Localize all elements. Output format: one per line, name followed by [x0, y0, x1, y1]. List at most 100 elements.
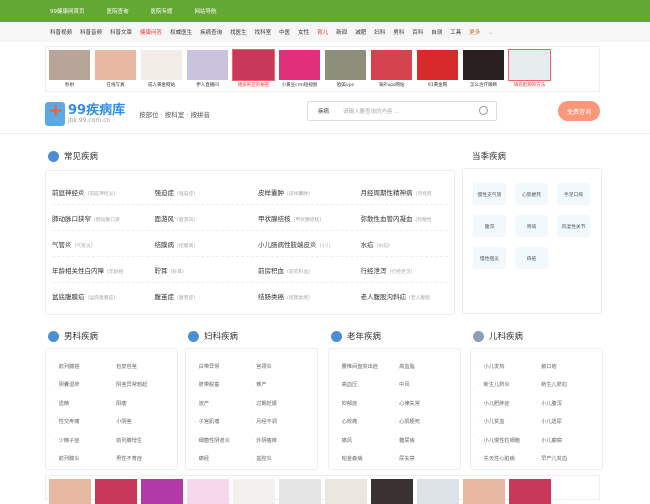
disease-name[interactable]: 前庭神经炎	[52, 189, 85, 197]
ad-label[interactable]: 91黄金网	[428, 82, 447, 88]
disease-link[interactable]: 中风	[395, 376, 453, 395]
seasonal-disease-tag[interactable]: 慢性咽炎	[473, 247, 506, 269]
disease-link[interactable]: 月经不调	[252, 413, 310, 432]
sub-nav-link[interactable]: 疾病查询	[200, 28, 222, 36]
seasonal-disease-tag[interactable]: 风湿性关节	[557, 215, 590, 237]
sub-nav-link[interactable]: 工具	[450, 28, 461, 36]
disease-link[interactable]: 少精子症	[54, 431, 112, 450]
top-nav-link[interactable]: 99健康网首页	[50, 7, 85, 15]
disease-name[interactable]: 腹茧症	[154, 293, 174, 301]
ad-item[interactable]: 伊人直播间	[187, 50, 228, 88]
disease-link[interactable]: 面游风 (面游风)	[154, 213, 257, 223]
disease-name[interactable]: 肺动脉口狭窄	[52, 215, 91, 223]
seasonal-disease-tag[interactable]: 痔疮	[515, 247, 548, 269]
ad-image[interactable]	[508, 49, 551, 81]
ad-image[interactable]	[49, 479, 91, 504]
sub-nav-link[interactable]: 权威医生	[170, 28, 192, 36]
disease-name[interactable]: 结膜病	[154, 241, 174, 249]
ad-label[interactable]: 怎么治疗眼睛	[470, 82, 497, 88]
chevron-down-icon[interactable]: ⌄	[488, 29, 493, 36]
sub-nav-link[interactable]: 更多	[469, 28, 480, 36]
ad-image[interactable]	[233, 479, 275, 504]
disease-name[interactable]: 小儿肠病性肢端皮炎	[258, 241, 317, 249]
disease-link[interactable]: 小儿腹泻	[537, 394, 595, 413]
disease-link[interactable]: 盆腔炎	[252, 450, 310, 469]
disease-link[interactable]: 强迫症 (强迫症)	[154, 187, 257, 197]
disease-link[interactable]: 腰椎间盘突出症	[337, 357, 395, 376]
ad-label[interactable]: 欧美vps	[337, 82, 354, 88]
ad-item[interactable]: 填充脸颊的方法	[508, 49, 551, 88]
ad-item[interactable]: 欧美vps	[325, 50, 366, 88]
disease-name[interactable]: 气管炎	[52, 241, 72, 249]
ad-item[interactable]: 怎么治疗眼睛	[463, 50, 504, 88]
sub-nav-link[interactable]: 科普音频	[80, 28, 102, 36]
disease-link[interactable]: 高血脂	[395, 357, 453, 376]
disease-link[interactable]: 阴茎异常勃起	[112, 376, 170, 395]
disease-link[interactable]: 腹茧症 (腹茧症)	[154, 291, 257, 301]
ad-item[interactable]: 成人黄金网站	[141, 50, 182, 88]
seasonal-disease-tag[interactable]: 腹泻	[473, 215, 506, 237]
disease-link[interactable]: 痛风	[337, 431, 395, 450]
search-type-select[interactable]: 疾病	[318, 107, 329, 115]
disease-link[interactable]: 行经泄泻 (行经泄泻)	[360, 265, 448, 275]
search-box[interactable]: 疾病 请输入要查询的内容 ...	[307, 101, 497, 121]
ad-image[interactable]	[417, 479, 459, 504]
disease-link[interactable]: 聍耳 (聍耳)	[154, 265, 257, 275]
search-icon[interactable]	[479, 106, 488, 115]
seasonal-disease-tag[interactable]: 胃病	[515, 215, 548, 237]
sub-nav-link[interactable]: 妇科	[374, 28, 385, 36]
disease-name[interactable]: 皮样囊肿	[258, 189, 284, 197]
sub-nav-link[interactable]: 男科	[393, 28, 404, 36]
disease-name[interactable]: 结肠类癌	[258, 293, 284, 301]
ad-image[interactable]	[232, 49, 275, 81]
disease-link[interactable]: 糖尿病	[395, 431, 453, 450]
disease-link[interactable]: 早产儿贫血	[537, 450, 595, 469]
disease-name[interactable]: 强迫症	[154, 189, 174, 197]
disease-link[interactable]: 小儿慢性粒细胞	[479, 431, 537, 450]
disease-link[interactable]: 前列腺癌	[54, 357, 112, 376]
ad-image[interactable]	[463, 50, 504, 80]
disease-link[interactable]: 新生儿脐炎	[479, 376, 537, 395]
disease-link[interactable]: 白带异常	[194, 357, 252, 376]
disease-link[interactable]: 前房积血 (前房积血)	[258, 265, 360, 275]
ad-image[interactable]	[187, 479, 229, 504]
ad-image[interactable]	[509, 479, 551, 504]
sub-nav-link[interactable]: 减肥	[355, 28, 366, 36]
ad-label[interactable]: 海外vps网站	[379, 82, 405, 88]
disease-link[interactable]: 帕金森病	[337, 450, 395, 469]
disease-link[interactable]: 性交疼痛	[54, 413, 112, 432]
ad-image[interactable]	[325, 479, 367, 504]
disease-link[interactable]: 子宫肌瘤	[194, 413, 252, 432]
sub-nav-link[interactable]: 中医	[279, 28, 290, 36]
seasonal-disease-tag[interactable]: 慢性支气管	[473, 183, 506, 205]
disease-link[interactable]: 高血压	[337, 376, 395, 395]
disease-name[interactable]: 面游风	[154, 215, 174, 223]
disease-link[interactable]: 脐带脱垂	[194, 376, 252, 395]
disease-link[interactable]: 老人腹股沟斜疝 (老人腹股	[360, 291, 448, 301]
ad-image[interactable]	[279, 479, 321, 504]
disease-name[interactable]: 盆底腹膜疝	[52, 293, 85, 301]
disease-link[interactable]: 尿失禁	[395, 450, 453, 469]
disease-link[interactable]: 弥散性血管内凝血 (弥散性	[360, 213, 448, 223]
ad-image[interactable]	[95, 50, 136, 80]
ad-label[interactable]: 成人黄金网站	[148, 82, 175, 88]
top-nav-link[interactable]: 医院查询	[107, 7, 129, 15]
disease-link[interactable]: 前列腺增生	[112, 431, 170, 450]
ad-image[interactable]	[95, 479, 137, 504]
disease-link[interactable]: 心律失常	[395, 394, 453, 413]
disease-name[interactable]: 聍耳	[154, 267, 167, 275]
ad-item[interactable]: 91黄金网	[417, 50, 458, 88]
disease-link[interactable]: 小儿肠病性肢端皮炎 (小儿	[258, 239, 360, 249]
sub-nav-link[interactable]: 女性	[298, 28, 309, 36]
disease-link[interactable]: 遗精	[54, 394, 112, 413]
disease-link[interactable]: 甲状腺结核 (甲状腺结核)	[258, 213, 360, 223]
disease-link[interactable]: 盆底腹膜疝 (盆底腹膜疝)	[52, 291, 154, 301]
disease-link[interactable]: 皮样囊肿 (皮样囊肿)	[258, 187, 360, 197]
disease-link[interactable]: 心绞痛	[337, 413, 395, 432]
ad-image[interactable]	[417, 50, 458, 80]
ad-image[interactable]	[463, 479, 505, 504]
ad-item[interactable]: 海外vps网站	[371, 50, 412, 88]
disease-link[interactable]: 肺动脉口狭窄 (肺动脉口狭	[52, 213, 154, 223]
disease-name[interactable]: 年龄相关性白内障	[52, 267, 104, 275]
disease-link[interactable]: 水疝 (水疝)	[360, 239, 448, 249]
